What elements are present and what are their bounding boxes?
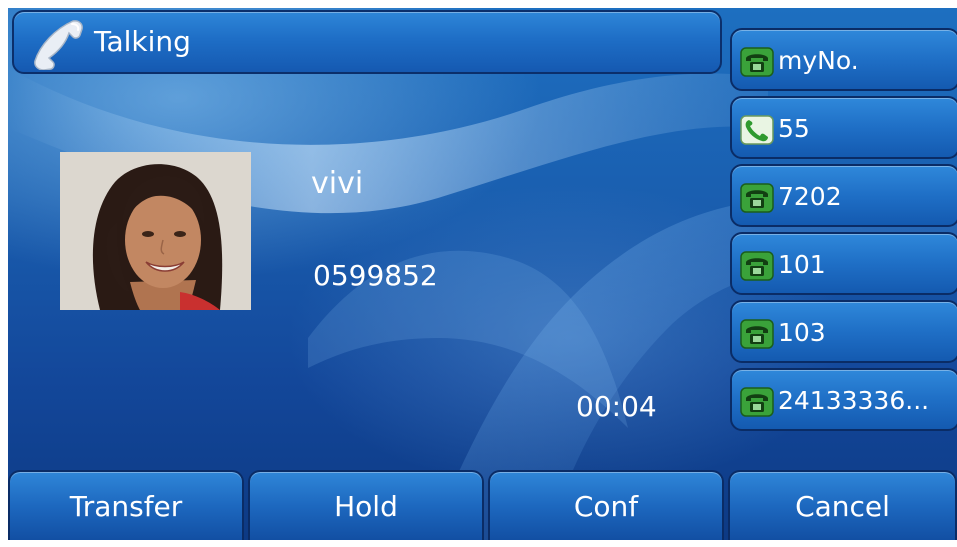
line-registered-icon: [740, 387, 774, 417]
line-key-1[interactable]: myNo.: [730, 28, 957, 91]
call-timer: 00:04: [576, 390, 657, 423]
caller-name: vivi: [311, 166, 364, 201]
line-key-label: 24133336...: [778, 386, 930, 415]
contact-avatar-image: [60, 152, 251, 310]
line-key-2[interactable]: 55: [730, 96, 957, 159]
conference-button[interactable]: Conf: [488, 470, 724, 540]
line-key-label: 101: [778, 250, 826, 279]
cancel-button[interactable]: Cancel: [728, 470, 957, 540]
line-key-6[interactable]: 24133336...: [730, 368, 957, 431]
phone-handset-icon: [34, 20, 83, 70]
line-registered-icon: [740, 47, 774, 77]
status-bar: Talking: [12, 10, 722, 74]
line-key-label: 7202: [778, 182, 842, 211]
line-registered-icon: [740, 319, 774, 349]
line-key-5[interactable]: 103: [730, 300, 957, 363]
hold-button[interactable]: Hold: [248, 470, 484, 540]
caller-number: 0599852: [313, 259, 438, 292]
status-title: Talking: [94, 25, 191, 58]
line-key-4[interactable]: 101: [730, 232, 957, 295]
transfer-button[interactable]: Transfer: [8, 470, 244, 540]
line-key-label: 103: [778, 318, 826, 347]
contact-photo: [60, 152, 251, 310]
line-key-3[interactable]: 7202: [730, 164, 957, 227]
phone-screen: Talking vivi 0599852 00:04 myNo. 55 7202…: [8, 8, 957, 540]
line-key-label: 55: [778, 114, 810, 143]
line-registered-icon: [740, 251, 774, 281]
line-active-call-icon: [740, 115, 774, 145]
line-key-label: myNo.: [778, 46, 859, 75]
softkey-bar: Transfer Hold Conf Cancel: [8, 470, 957, 540]
line-registered-icon: [740, 183, 774, 213]
